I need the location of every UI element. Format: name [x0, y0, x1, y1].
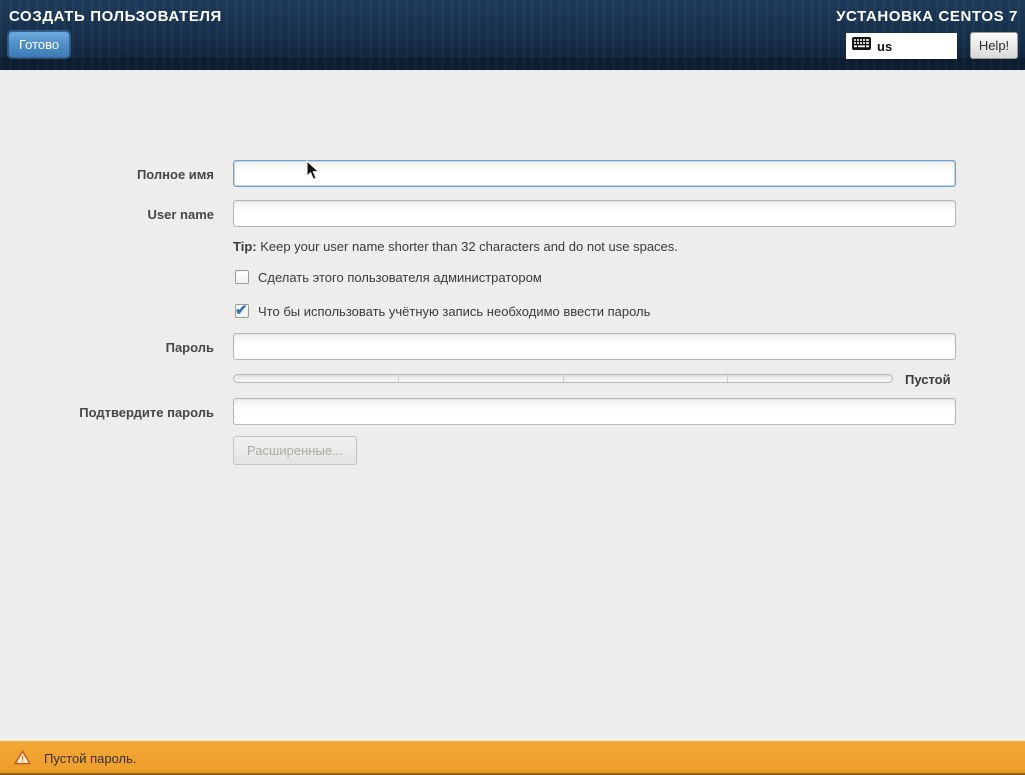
confirm-password-input[interactable]: [233, 398, 956, 425]
status-message: Пустой пароль.: [44, 751, 137, 766]
mouse-cursor: [306, 160, 321, 186]
keyboard-icon: [852, 37, 871, 55]
require-password-checkbox[interactable]: [235, 304, 249, 318]
require-password-checkbox-label[interactable]: Что бы использовать учётную запись необх…: [258, 304, 650, 319]
keyboard-layout-indicator[interactable]: us: [846, 33, 957, 59]
password-strength-meter: [233, 374, 893, 383]
confirm-password-label: Подтвердите пароль: [0, 405, 214, 420]
admin-checkbox[interactable]: [235, 270, 249, 284]
fullname-label: Полное имя: [0, 167, 214, 182]
strength-segment: [564, 375, 729, 382]
svg-text:!: !: [21, 754, 24, 765]
advanced-button[interactable]: Расширенные...: [233, 436, 357, 465]
admin-checkbox-label[interactable]: Сделать этого пользователя администратор…: [258, 270, 542, 285]
username-label: User name: [0, 207, 214, 222]
warning-icon: !: [14, 750, 31, 770]
product-title: УСТАНОВКА CENTOS 7: [836, 8, 1018, 25]
header-bar: СОЗДАТЬ ПОЛЬЗОВАТЕЛЯ УСТАНОВКА CENTOS 7 …: [0, 0, 1025, 70]
create-user-form: Полное имя User name Tip: Keep your user…: [0, 70, 1025, 741]
warning-statusbar: ! Пустой пароль.: [0, 741, 1025, 775]
tip-text: Keep your user name shorter than 32 char…: [257, 239, 678, 254]
tip-prefix: Tip:: [233, 239, 257, 254]
done-button[interactable]: Готово: [8, 31, 70, 58]
keyboard-layout-label: us: [877, 39, 892, 54]
password-label: Пароль: [0, 340, 214, 355]
page-title: СОЗДАТЬ ПОЛЬЗОВАТЕЛЯ: [9, 8, 222, 25]
password-strength-label: Пустой: [905, 372, 951, 387]
fullname-input[interactable]: [233, 160, 956, 187]
help-button[interactable]: Help!: [970, 32, 1018, 59]
username-tip: Tip: Keep your user name shorter than 32…: [233, 239, 678, 254]
password-input[interactable]: [233, 333, 956, 360]
strength-segment: [234, 375, 399, 382]
username-input[interactable]: [233, 200, 956, 227]
strength-segment: [399, 375, 564, 382]
strength-segment: [728, 375, 892, 382]
